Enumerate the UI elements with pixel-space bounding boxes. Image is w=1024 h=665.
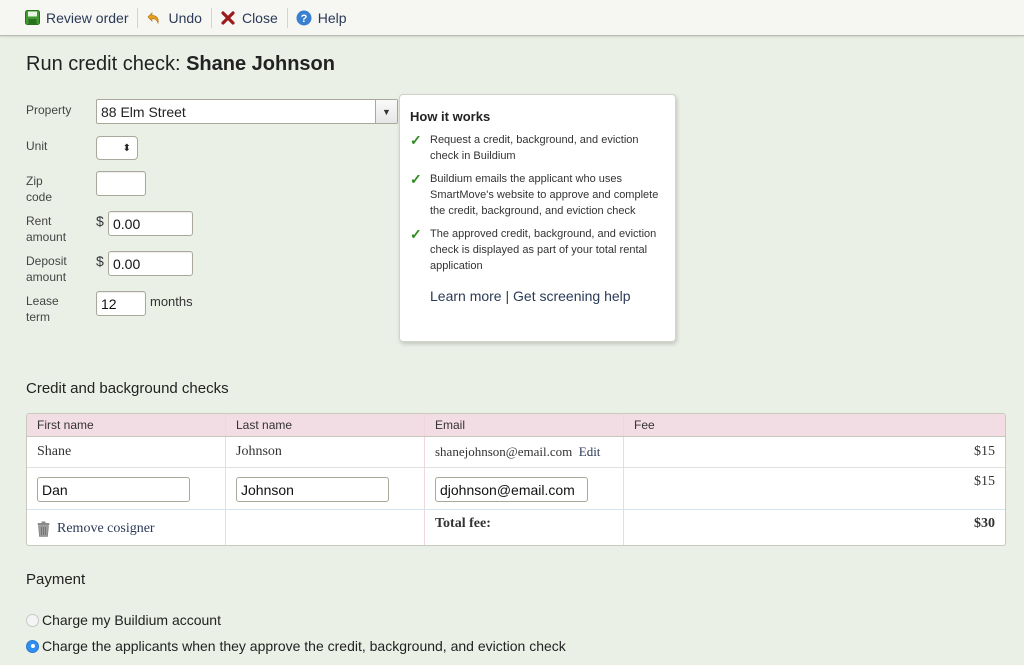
step-text: Request a credit, background, and evicti… [430,134,639,162]
column-header-first-name: First name [27,414,226,436]
undo-icon [146,10,162,26]
how-it-works-title: How it works [410,109,491,124]
zip-label-line1: Zip [26,174,43,188]
checks-section-title: Credit and background checks [26,380,229,397]
rent-amount-input[interactable] [108,211,193,236]
trash-icon[interactable] [37,521,50,537]
how-it-works-step: ✓ Buildium emails the applicant who uses… [410,171,665,219]
undo-label: Undo [168,9,202,26]
lease-term-label: Lease term [26,293,59,325]
total-fee-value: $30 [974,516,995,531]
last-name-cell [226,468,425,509]
updown-arrows-icon: ⬍ [122,142,131,154]
email-cell: shanejohnson@email.com Edit [425,437,624,467]
radio-selected[interactable] [26,639,39,653]
close-button[interactable]: Close [220,10,284,26]
step-text: The approved credit, background, and evi… [430,228,657,272]
rent-amount-label: Rent amount [26,213,66,245]
checkmark-icon: ✓ [410,171,422,187]
page-title-prefix: Run credit check: [26,53,181,75]
toolbar-divider [137,7,139,28]
lease-label-line2: term [26,310,50,324]
link-separator: | [505,288,510,304]
zip-code-input[interactable] [96,171,146,196]
deposit-label-line1: Deposit [26,254,67,268]
last-name-cell: Johnson [226,437,425,467]
unit-select[interactable]: ⬍ [96,136,138,160]
first-name-cell: Shane [27,437,226,467]
remove-cosigner-link[interactable]: Remove cosigner [57,521,155,537]
how-it-works-step: ✓ The approved credit, background, and e… [410,226,665,274]
email-value: shanejohnson@email.com [435,444,573,459]
page-title: Run credit check: Shane Johnson [26,53,335,76]
zip-label-line2: code [26,190,53,204]
step-text: Buildium emails the applicant who uses S… [430,173,659,217]
payment-section-title: Payment [26,571,86,588]
help-label: Help [317,9,347,26]
toolbar-divider [210,7,212,28]
column-header-fee: Fee [634,418,655,432]
svg-text:?: ? [300,13,307,25]
email-cell [425,468,624,509]
table-header: First name Last name Email Fee [27,414,1005,437]
review-order-button[interactable]: Review order [24,10,134,26]
rent-label-line2: amount [26,230,67,244]
help-button[interactable]: ? Help [296,10,353,26]
save-icon [24,10,40,26]
lease-term-input[interactable] [96,291,146,316]
help-links: Learn more | Get screening help [410,288,665,304]
total-fee-label: Total fee: [425,510,624,545]
checkmark-icon: ✓ [410,226,422,242]
deposit-currency: $ [96,253,104,269]
checks-table: First name Last name Email Fee Shane Joh… [26,413,1006,546]
how-it-works-panel: How it works ✓ Request a credit, backgro… [399,94,676,342]
payment-option-charge-applicants[interactable]: Charge the applicants when they approve … [26,638,566,654]
payment-option-label: Charge the applicants when they approve … [42,638,566,654]
screening-help-link[interactable]: Get screening help [513,288,631,304]
cosigner-first-name-input[interactable] [37,477,190,502]
rent-label-line1: Rent [26,214,52,228]
deposit-label-line2: amount [26,270,67,284]
toolbar-divider [286,7,288,28]
remove-cosigner-cell: Remove cosigner [27,510,226,545]
radio-unselected[interactable] [26,613,39,627]
toolbar: Review order Undo Close ? Help [0,0,1024,36]
review-order-label: Review order [46,9,129,26]
help-icon: ? [296,10,312,26]
table-row: $15 [27,468,1005,510]
close-label: Close [241,9,278,26]
lease-label-line1: Lease [26,294,59,308]
lease-term-unit: months [150,294,193,309]
table-footer-row: Remove cosigner Total fee: $30 [27,510,1005,545]
unit-label: Unit [26,139,48,153]
dropdown-arrow-icon[interactable]: ▼ [375,100,397,123]
deposit-amount-input[interactable] [108,251,193,276]
first-name-cell [27,468,226,509]
property-label: Property [26,103,72,117]
checkmark-icon: ✓ [410,132,422,148]
column-header-last-name: Last name [226,414,425,436]
column-header-email: Email [425,414,624,436]
property-value: 88 Elm Street [101,104,186,120]
empty-cell [226,510,425,545]
table-row: Shane Johnson shanejohnson@email.com Edi… [27,437,1005,468]
fee-cell: $15 [974,474,995,489]
cosigner-last-name-input[interactable] [236,477,389,502]
how-it-works-step: ✓ Request a credit, background, and evic… [410,132,665,164]
learn-more-link[interactable]: Learn more [430,288,502,304]
applicant-name: Shane Johnson [186,53,335,75]
cosigner-email-input[interactable] [435,477,588,502]
deposit-amount-label: Deposit amount [26,253,67,285]
payment-option-buildium-account[interactable]: Charge my Buildium account [26,612,221,628]
edit-email-link[interactable]: Edit [579,444,601,459]
zip-label: Zip code [26,173,52,205]
payment-option-label: Charge my Buildium account [42,612,221,628]
property-select[interactable]: 88 Elm Street ▼ [96,99,398,124]
rent-currency: $ [96,213,104,229]
close-icon [220,10,236,26]
fee-cell: $15 [974,444,995,459]
undo-button[interactable]: Undo [146,10,207,26]
